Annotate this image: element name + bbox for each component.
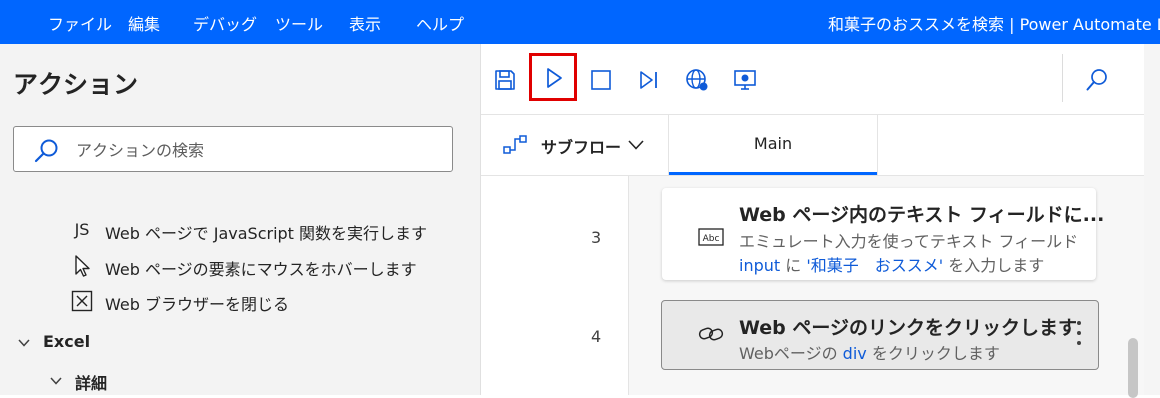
flow-canvas: 3 4 Abc Web ページ内のテキスト フィールドに... エミュレート入力…: [481, 176, 1145, 395]
chevron-down-icon: [50, 377, 62, 385]
action-item-label: Web ページで JavaScript 関数を実行します: [105, 224, 428, 243]
subflow-label: サブフロー: [541, 138, 622, 157]
tab-main-label: Main: [753, 134, 793, 153]
scrollbar-thumb[interactable]: [1128, 338, 1138, 398]
group-label: Excel: [43, 332, 91, 351]
step-description: Webページの div をクリックします: [739, 340, 1000, 364]
tab-active-indicator: [669, 172, 877, 175]
flow-tabs: サブフロー Main: [481, 114, 1145, 176]
step-title: Web ページのリンクをクリックします: [739, 317, 1078, 339]
step-description-text: Webページの: [739, 344, 843, 363]
abc-icon: Abc: [698, 228, 724, 246]
stop-button[interactable]: [581, 60, 621, 100]
more-options-icon[interactable]: [1076, 320, 1082, 346]
save-button[interactable]: [485, 60, 525, 100]
line-number-gutter: 3 4: [481, 176, 629, 395]
step-description-line2: input に '和菓子 おススメ' を入力します: [739, 252, 1044, 276]
menu-debug[interactable]: デバッグ: [193, 11, 257, 35]
actions-search-input[interactable]: [74, 137, 438, 163]
stop-icon: [591, 70, 611, 90]
subflow-icon: [503, 135, 527, 154]
save-icon: [495, 70, 515, 90]
actions-search-box[interactable]: [13, 126, 453, 172]
run-next-action-button[interactable]: [629, 60, 669, 100]
menu-file[interactable]: ファイル: [48, 11, 112, 35]
desktop-recorder-button[interactable]: [725, 60, 765, 100]
action-item-label: Web ブラウザーを閉じる: [105, 295, 289, 314]
group-label: 詳細: [75, 374, 108, 393]
search-icon: [34, 139, 58, 163]
run-icon: [547, 68, 562, 88]
menu-view[interactable]: 表示: [349, 11, 381, 35]
link-icon: [698, 327, 724, 341]
abc-icon-text: Abc: [703, 234, 720, 244]
step-value: '和菓子 おススメ': [806, 256, 944, 275]
search-icon: [1086, 69, 1107, 91]
chevron-down-icon: [628, 140, 644, 150]
chevron-down-icon: [18, 339, 30, 347]
close-box-icon: [71, 290, 93, 312]
step-variable: div: [842, 344, 867, 363]
cursor-icon: [75, 255, 90, 277]
menu-edit[interactable]: 編集: [128, 11, 160, 35]
flow-step-click-link[interactable]: Web ページのリンクをクリックします Webページの div をクリックします: [661, 300, 1099, 370]
run-button[interactable]: [529, 53, 577, 101]
action-item-label: Web ページの要素にマウスをホバーします: [105, 260, 417, 279]
menu-tools[interactable]: ツール: [275, 11, 323, 35]
menu-help[interactable]: ヘルプ: [416, 11, 464, 35]
run-next-icon: [640, 71, 657, 89]
actions-pane: アクション JS Web ページで JavaScript 関数を実行します We…: [0, 44, 480, 395]
tab-main[interactable]: Main: [669, 115, 878, 175]
step-description-text: に: [780, 256, 807, 275]
step-description-text: をクリックします: [866, 344, 1000, 363]
flow-step-populate-text-field[interactable]: Abc Web ページ内のテキスト フィールドに... エミュレート入力を使って…: [662, 188, 1104, 280]
toolbar-separator: [1062, 54, 1063, 102]
step-description-text: を入力します: [943, 256, 1045, 275]
vertical-scrollbar[interactable]: [1128, 44, 1160, 398]
actions-title: アクション: [13, 70, 139, 99]
desktop-recorder-icon: [734, 70, 756, 90]
menu-bar: ファイル 編集 デバッグ ツール 表示 ヘルプ 和菓子のおススメを検索 | Po…: [0, 0, 1160, 44]
flow-designer: サブフロー Main 3 4 Abc Web ページ内のテキスト フィールドに.…: [480, 44, 1145, 395]
subflow-dropdown[interactable]: サブフロー: [481, 115, 669, 175]
line-number: 4: [591, 327, 602, 346]
line-number: 3: [591, 228, 602, 247]
web-recorder-icon: [686, 69, 708, 91]
step-variable: input: [739, 256, 781, 275]
search-flow-button[interactable]: [1077, 60, 1117, 100]
web-recorder-button[interactable]: [677, 60, 717, 100]
js-icon: JS: [74, 220, 90, 239]
step-title: Web ページ内のテキスト フィールドに...: [739, 204, 1105, 226]
window-title: 和菓子のおススメを検索 | Power Automate D: [828, 15, 1160, 34]
step-description: エミュレート入力を使ってテキスト フィールド: [739, 232, 1079, 251]
